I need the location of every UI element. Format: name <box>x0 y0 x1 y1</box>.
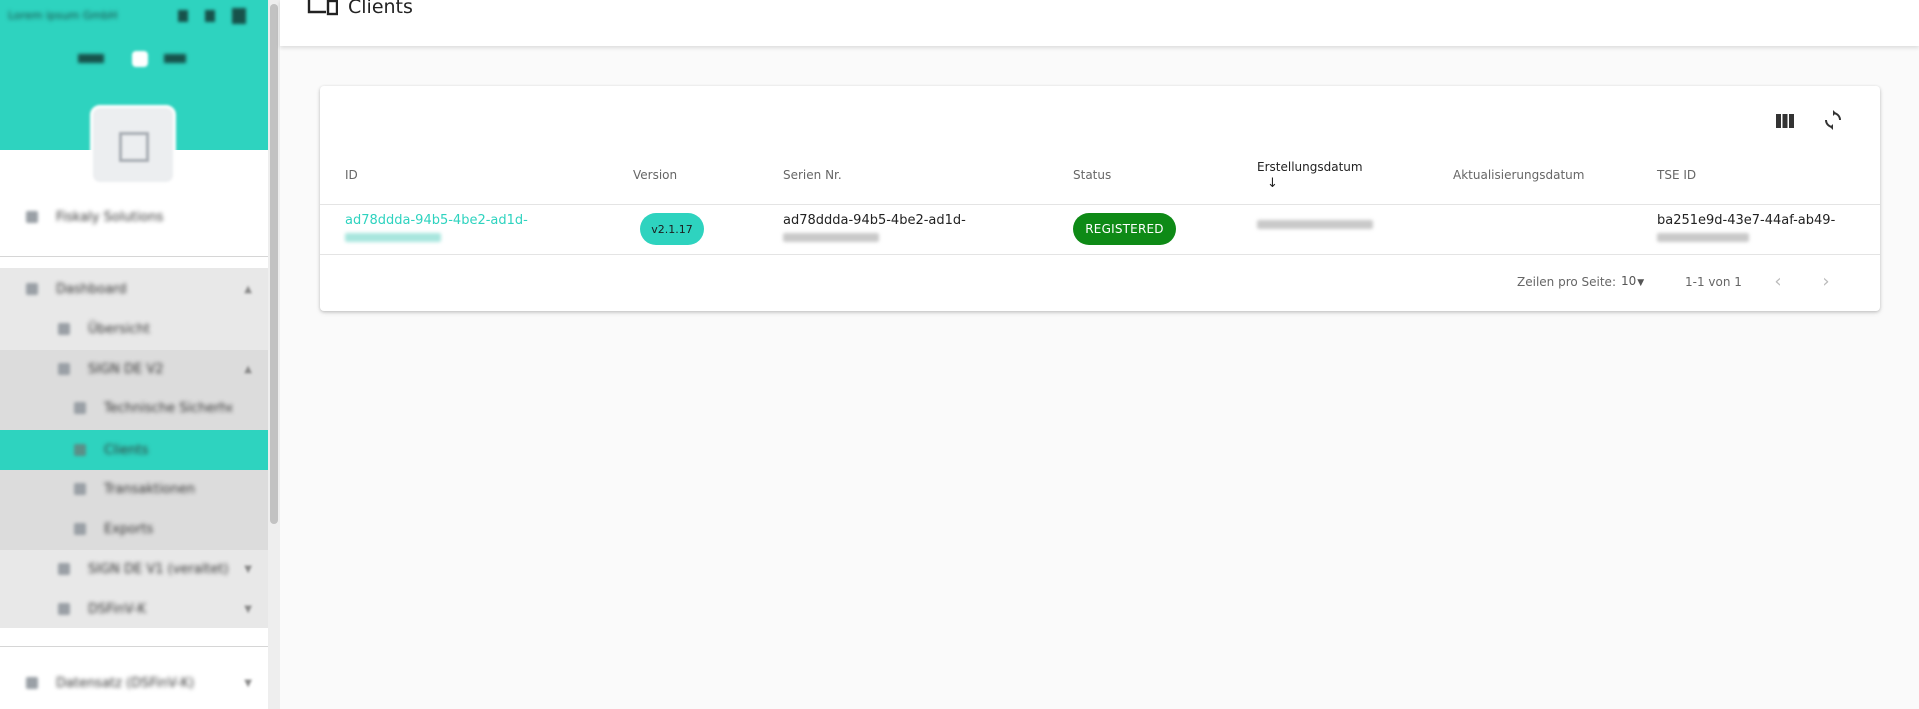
status-badge: REGISTERED <box>1073 213 1176 245</box>
redacted-text <box>1657 233 1749 242</box>
sidebar-item-label: Transaktionen <box>104 481 195 497</box>
column-header-tse-id[interactable]: TSE ID <box>1657 168 1696 182</box>
scrollbar-thumb[interactable] <box>270 4 278 524</box>
chevron-left-icon: ‹ <box>1774 270 1782 292</box>
transactions-icon <box>74 483 86 495</box>
serial-number: ad78ddda-94b5-4be2-ad1d- <box>783 213 966 242</box>
sidebar-item-label: SIGN DE V2 <box>88 361 164 377</box>
row-divider <box>320 254 1880 255</box>
serial-value: ad78ddda-94b5-4be2-ad1d- <box>783 213 966 228</box>
redacted-text <box>1257 220 1373 229</box>
sidebar-item-dsfinvk[interactable]: DSFinV-K ▼ <box>0 589 268 629</box>
chevron-up-icon: ▲ <box>244 283 252 295</box>
view-column-icon <box>1776 113 1794 132</box>
chevron-up-icon: ▲ <box>244 363 252 375</box>
column-header-updated[interactable]: Aktualisierungsdatum <box>1453 168 1584 182</box>
devices-icon <box>74 444 86 456</box>
dataset-icon <box>26 677 38 689</box>
logo-mark <box>119 132 149 162</box>
sidebar-item-label: Exports <box>104 521 154 537</box>
org-label-left <box>78 54 104 63</box>
previous-page-button[interactable]: ‹ <box>1764 267 1792 295</box>
caret-down-icon: ▼ <box>1637 278 1645 288</box>
devices-icon <box>306 0 339 22</box>
pagination-range: 1-1 von 1 <box>1685 275 1742 289</box>
sidebar: Lorem ipsum GmbH Fiskaly Solutions Dashb… <box>0 0 268 709</box>
column-header-created[interactable]: Erstellungsdatum ↓ <box>1257 160 1363 191</box>
column-header-serial[interactable]: Serien Nr. <box>783 168 842 182</box>
sign-icon <box>58 563 70 575</box>
rows-per-page-select[interactable]: 10▼ <box>1621 274 1644 288</box>
page-header: Clients <box>280 0 1919 46</box>
header-divider <box>320 204 1880 205</box>
sidebar-item-sign-de-v2[interactable]: SIGN DE V2 ▲ <box>0 349 268 389</box>
notification-icon[interactable] <box>205 10 215 22</box>
page-title: Clients <box>348 0 413 18</box>
clients-table-card: ID Version Serien Nr. Status Erstellungs… <box>320 86 1880 311</box>
refresh-button[interactable] <box>1815 104 1851 140</box>
sidebar-item-label: SIGN DE V1 (veraltet) <box>88 561 229 577</box>
rows-per-page-label: Zeilen pro Seite: <box>1517 275 1616 289</box>
rows-per-page-value: 10 <box>1621 274 1637 288</box>
sidebar-item-label: Dashboard <box>56 281 127 297</box>
sidebar-divider <box>0 256 268 257</box>
sidebar-item-label: DSFinV-K <box>88 601 146 617</box>
sidebar-item-label: Übersicht <box>88 321 150 337</box>
sign-icon <box>58 363 70 375</box>
client-id: ad78ddda-94b5-4be2-ad1d- <box>345 213 528 228</box>
sidebar-item-label: Datensatz (DSFinV-K) <box>56 675 195 691</box>
column-header-version[interactable]: Version <box>633 168 677 182</box>
sidebar-item-solutions[interactable]: Fiskaly Solutions <box>0 197 268 237</box>
chevron-down-icon[interactable] <box>178 10 188 22</box>
org-switcher[interactable] <box>78 51 188 67</box>
sidebar-item-label: Technische Sicherheitseinrichtungen <box>104 400 232 416</box>
sort-arrow-icon: ↓ <box>1267 176 1278 191</box>
tse-id-value: ba251e9d-43e7-44af-ab49- <box>1657 213 1836 228</box>
created-date <box>1257 220 1373 229</box>
sidebar-item-label: Clients <box>104 442 149 458</box>
chevron-down-icon: ▼ <box>244 677 252 689</box>
sidebar-item-sign-de-v1[interactable]: SIGN DE V1 (veraltet) ▼ <box>0 549 268 589</box>
version-badge: v2.1.17 <box>640 213 704 245</box>
redacted-text <box>345 233 441 242</box>
tse-id: ba251e9d-43e7-44af-ab49- <box>1657 213 1835 242</box>
client-id-link[interactable]: ad78ddda-94b5-4be2-ad1d- <box>345 213 528 242</box>
next-page-button[interactable]: › <box>1812 267 1840 295</box>
sidebar-item-transactions[interactable]: Transaktionen <box>0 469 268 509</box>
sidebar-item-label: Fiskaly Solutions <box>56 209 164 225</box>
organization-logo <box>90 105 176 185</box>
sidebar-item-dataset[interactable]: Datensatz (DSFinV-K) ▼ <box>0 663 268 703</box>
account-name[interactable]: Lorem ipsum GmbH <box>8 9 178 23</box>
sidebar-item-tss[interactable]: Technische Sicherheitseinrichtungen <box>0 388 268 428</box>
sidebar-divider <box>0 646 268 647</box>
sidebar-scrollbar[interactable] <box>268 0 280 709</box>
refresh-icon <box>1823 110 1843 134</box>
chevron-down-icon: ▼ <box>244 563 252 575</box>
toggle-icon[interactable] <box>132 51 148 67</box>
overview-icon <box>58 323 70 335</box>
user-icon[interactable] <box>232 8 246 24</box>
sidebar-item-clients[interactable]: Clients <box>0 430 268 470</box>
sidebar-item-exports[interactable]: Exports <box>0 509 268 549</box>
chevron-right-icon: › <box>1822 270 1830 292</box>
sidebar-item-overview[interactable]: Übersicht <box>0 309 268 349</box>
column-header-status[interactable]: Status <box>1073 168 1111 182</box>
org-label-right <box>164 54 186 63</box>
chevron-down-icon: ▼ <box>244 603 252 615</box>
redacted-text <box>783 233 879 242</box>
apps-icon <box>26 211 38 223</box>
column-header-id[interactable]: ID <box>345 168 358 182</box>
sidebar-item-dashboard[interactable]: Dashboard ▲ <box>0 269 268 309</box>
report-icon <box>58 603 70 615</box>
columns-button[interactable] <box>1767 104 1803 140</box>
dashboard-icon <box>26 283 38 295</box>
check-shield-icon <box>74 402 86 414</box>
export-icon <box>74 523 86 535</box>
column-header-label: Erstellungsdatum <box>1257 160 1363 174</box>
